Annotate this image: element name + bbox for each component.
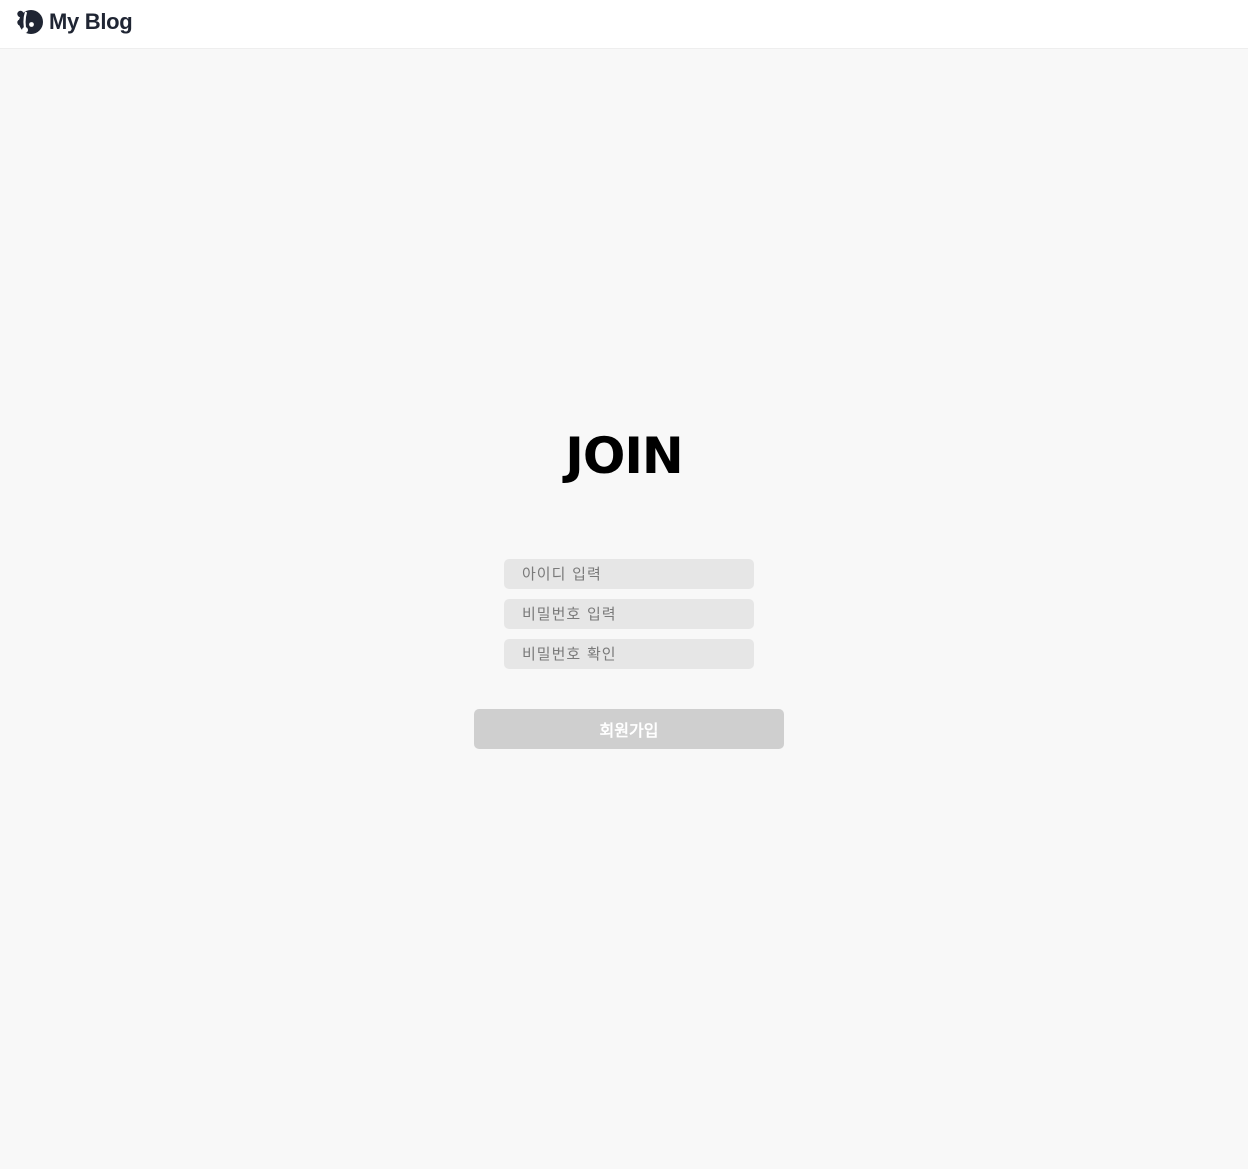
brand-link[interactable]: My Blog <box>16 7 133 37</box>
username-input[interactable] <box>504 559 754 589</box>
signup-button[interactable]: 회원가입 <box>474 709 784 749</box>
password-input[interactable] <box>504 599 754 629</box>
password-confirm-input[interactable] <box>504 639 754 669</box>
blog-logo-icon <box>17 10 43 34</box>
brand-name: My Blog <box>49 9 133 34</box>
page-title: JOIN <box>565 427 684 485</box>
join-form <box>504 559 754 679</box>
top-header: My Blog <box>0 0 1248 48</box>
join-page: JOIN 회원가입 <box>0 48 1248 1169</box>
